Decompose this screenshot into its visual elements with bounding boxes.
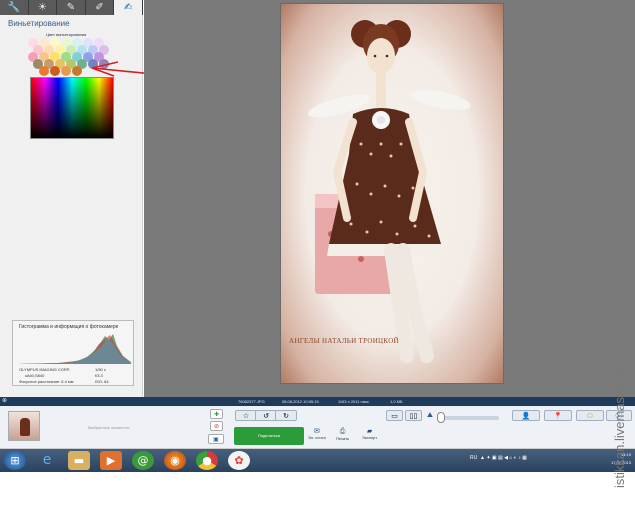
focal-length: Фокусное расстояние: 6.4 мм — [19, 379, 74, 384]
language-indicator[interactable]: RU — [470, 455, 477, 461]
status-filesize: 1,0 МБ — [390, 399, 403, 404]
windows-taskbar: ⊞ e ▬ ▶ @ ◉ ● ✿ RU ▲ ✦ ▣ ▤ ◀ ⌂ ◐ ♪ ▦ 14:… — [0, 449, 635, 472]
album-dropdown-icon[interactable]: ▣ — [208, 434, 224, 444]
zoom-slider[interactable] — [441, 416, 499, 420]
selected-thumbnail[interactable] — [8, 411, 40, 441]
people-icon[interactable]: 👤 — [512, 410, 540, 421]
chrome-icon[interactable]: ● — [196, 451, 218, 470]
tag-icon[interactable]: ⬭ — [576, 410, 604, 421]
email-action[interactable]: ✉ Эл. почта — [308, 427, 326, 440]
print-action[interactable]: ⎙ Печать — [336, 427, 349, 441]
pin-green-icon[interactable]: ✚ — [210, 409, 223, 419]
internet-explorer-icon[interactable]: e — [36, 451, 58, 470]
camera-make: OLYMPUS IMAGING CORP. — [19, 367, 70, 372]
rotate-left-icon[interactable]: ↺ — [255, 410, 277, 421]
firefox-icon[interactable]: ◉ — [164, 451, 186, 470]
selected-items-label: Выбранные элементы — [88, 425, 130, 430]
status-bar: ⊕ 76082377.JPG 08.08.2012 10:05:15 1163 … — [0, 397, 635, 406]
landscape-icon[interactable]: ⛰ — [423, 410, 437, 421]
info-icon[interactable]: ⊕ — [2, 397, 7, 404]
view-single-icon[interactable]: ▭ — [386, 410, 403, 421]
left-panel: 🔧 ☀ ✎ ✐ ✍ Виньетирование Цвет виньетиров… — [0, 0, 216, 397]
status-filename: 76082377.JPG — [238, 399, 265, 404]
histogram-title: Гистограмма и информация о фотокамере — [19, 324, 119, 330]
file-explorer-icon[interactable]: ▬ — [68, 451, 90, 470]
system-tray: RU ▲ ✦ ▣ ▤ ◀ ⌂ ◐ ♪ ▦ — [470, 455, 527, 461]
picasa-icon[interactable]: ✿ — [228, 451, 250, 470]
histogram-chart — [17, 334, 131, 364]
folder-icon: ▰ — [366, 427, 373, 435]
watermark: istikkan.livemaster.ru — [612, 367, 627, 488]
histogram-panel: Гистограмма и информация о фотокамере OL… — [12, 320, 134, 386]
printer-icon: ⎙ — [339, 427, 346, 435]
start-button-icon[interactable]: ⊞ — [4, 451, 26, 470]
iso: ISO: 64 — [95, 379, 109, 384]
mail-agent-icon[interactable]: @ — [132, 451, 154, 470]
envelope-icon: ✉ — [313, 427, 320, 435]
status-dimensions: 1163 x 2011 пикс. — [338, 399, 370, 404]
status-date: 08.08.2012 10:05:15 — [282, 399, 319, 404]
doll-illustration — [308, 20, 471, 363]
photo-viewer[interactable]: АНГЕЛЫ НАТАЛЬИ ТРОИЦКОЙ — [144, 0, 635, 397]
media-player-icon[interactable]: ▶ — [100, 451, 122, 470]
map-pin-icon[interactable]: 📍 — [544, 410, 572, 421]
camera-model: u840,S840 — [25, 373, 45, 378]
share-button[interactable]: Поделиться — [234, 427, 304, 445]
bottom-tray: Выбранные элементы ✚ ⊘ ▣ ☆ ↺ ↻ Поделитьс… — [0, 406, 635, 449]
shutter-speed: 1/50 с — [95, 367, 106, 372]
zoom-slider-handle[interactable] — [437, 412, 445, 423]
view-compare-icon[interactable]: ▯▯ — [405, 410, 422, 421]
doll-photo: АНГЕЛЫ НАТАЛЬИ ТРОИЦКОЙ — [280, 3, 504, 384]
color-picker[interactable] — [30, 77, 114, 139]
rotate-right-icon[interactable]: ↻ — [275, 410, 297, 421]
photo-caption: АНГЕЛЫ НАТАЛЬИ ТРОИЦКОЙ — [289, 337, 399, 345]
remove-red-icon[interactable]: ⊘ — [210, 421, 223, 431]
aperture: f/3.3 — [95, 373, 103, 378]
export-action[interactable]: ▰ Экспорт — [362, 427, 377, 440]
star-icon[interactable]: ☆ — [235, 410, 257, 421]
